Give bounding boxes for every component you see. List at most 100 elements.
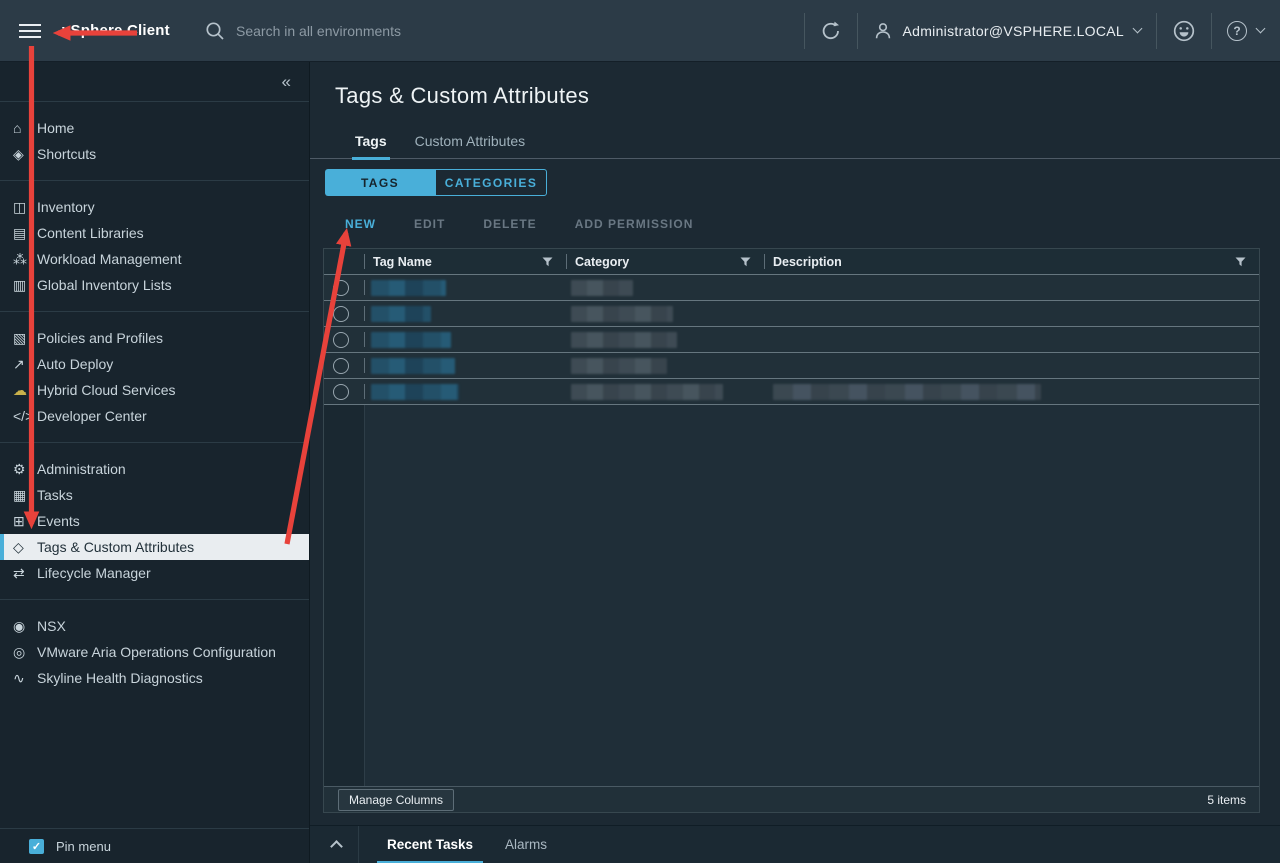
sidebar-item-tasks[interactable]: ▦Tasks: [0, 482, 309, 508]
column-separator: [764, 254, 765, 269]
help-icon: ?: [1227, 21, 1247, 41]
tasks-tab-recent-tasks[interactable]: Recent Tasks: [371, 826, 489, 863]
redacted-tag-name: [371, 332, 451, 348]
refresh-icon: [820, 20, 842, 42]
sidebar-item-home[interactable]: ⌂Home: [0, 115, 309, 141]
sidebar-item-label: Home: [37, 120, 74, 136]
refresh-button[interactable]: [820, 20, 842, 42]
row-separator: [364, 358, 365, 373]
sidebar-item-shortcuts[interactable]: ◈Shortcuts: [0, 141, 309, 167]
table-row[interactable]: [324, 275, 1259, 301]
content-libraries-icon: ▤: [13, 225, 37, 242]
manage-columns-button[interactable]: Manage Columns: [338, 789, 454, 811]
pin-menu-row: ✓ Pin menu: [0, 828, 309, 863]
filter-icon[interactable]: [542, 257, 553, 267]
events-calendar-icon: ⊞: [13, 513, 37, 530]
search-icon: [205, 21, 225, 41]
sidebar-item-nsx[interactable]: ◉NSX: [0, 613, 309, 639]
sidebar-item-administration[interactable]: ⚙Administration: [0, 456, 309, 482]
sidebar-item-vmware-aria-operations-configuration[interactable]: ◎VMware Aria Operations Configuration: [0, 639, 309, 665]
sidebar-item-lifecycle-manager[interactable]: ⇄Lifecycle Manager: [0, 560, 309, 586]
table-row[interactable]: [324, 327, 1259, 353]
hamburger-menu-icon[interactable]: [19, 20, 41, 42]
sidebar-item-policies-and-profiles[interactable]: ▧Policies and Profiles: [0, 325, 309, 351]
search-input[interactable]: Search in all environments: [205, 0, 401, 62]
table-row[interactable]: [324, 353, 1259, 379]
table-header-row: Tag Name Category Description: [324, 249, 1259, 275]
row-radio-button[interactable]: [333, 332, 349, 348]
sidebar-item-inventory[interactable]: ◫Inventory: [0, 194, 309, 220]
sidebar-item-tags-custom-attributes[interactable]: ◇Tags & Custom Attributes: [0, 534, 309, 560]
row-radio-button[interactable]: [333, 358, 349, 374]
table-actions-row: NEWEDITDELETEADD PERMISSION: [345, 210, 693, 238]
tasks-icon: ▦: [13, 487, 37, 504]
tab-tags[interactable]: Tags: [355, 130, 387, 158]
row-separator: [364, 306, 365, 321]
table-row[interactable]: [324, 301, 1259, 327]
table-row[interactable]: [324, 379, 1259, 405]
auto-deploy-icon: ↗: [13, 356, 37, 373]
user-menu[interactable]: Administrator@VSPHERE.LOCAL: [873, 21, 1142, 41]
column-header-description[interactable]: Description: [764, 249, 1259, 274]
sidebar-item-events[interactable]: ⊞Events: [0, 508, 309, 534]
sidebar-item-label: NSX: [37, 618, 66, 634]
collapse-sidebar-icon[interactable]: «: [282, 73, 291, 90]
table-empty-area: [324, 405, 1259, 786]
expand-panel-chevron-icon[interactable]: [330, 840, 343, 853]
sidebar-item-label: Administration: [37, 461, 126, 477]
redacted-category: [571, 280, 633, 296]
sidebar-item-developer-center[interactable]: </>Developer Center: [0, 403, 309, 429]
row-radio-button[interactable]: [333, 306, 349, 322]
add-permission-button: ADD PERMISSION: [575, 217, 694, 231]
column-label: Description: [773, 255, 842, 269]
table-body: [324, 275, 1259, 405]
divider: [358, 826, 359, 863]
sidebar-item-workload-management[interactable]: ⁂Workload Management: [0, 246, 309, 272]
nsx-icon: ◉: [13, 618, 37, 635]
policies-profiles-icon: ▧: [13, 330, 37, 347]
column-separator: [566, 254, 567, 269]
inventory-icon: ◫: [13, 199, 37, 216]
redacted-tag-name: [371, 306, 431, 322]
sidebar-item-hybrid-cloud-services[interactable]: ☁Hybrid Cloud Services: [0, 377, 309, 403]
new-button[interactable]: NEW: [345, 217, 376, 231]
toggle-tags-button[interactable]: TAGS: [325, 169, 435, 196]
tab-custom-attributes[interactable]: Custom Attributes: [415, 130, 526, 158]
filter-icon[interactable]: [740, 257, 751, 267]
divider: [804, 13, 805, 49]
row-radio-button[interactable]: [333, 280, 349, 296]
filter-icon[interactable]: [1235, 257, 1246, 267]
column-label: Category: [575, 255, 629, 269]
workload-management-icon: ⁂: [13, 251, 37, 268]
tasks-bar-tabs: Recent TasksAlarms: [371, 826, 563, 863]
table-footer: Manage Columns 5 items: [324, 786, 1259, 812]
sidebar-item-label: VMware Aria Operations Configuration: [37, 644, 276, 660]
hybrid-cloud-icon: ☁: [13, 382, 37, 399]
row-radio-button[interactable]: [333, 384, 349, 400]
sidebar-item-content-libraries[interactable]: ▤Content Libraries: [0, 220, 309, 246]
home-icon: ⌂: [13, 120, 37, 136]
sidebar-collapse-row: «: [0, 62, 309, 102]
column-header-category[interactable]: Category: [566, 249, 764, 274]
column-header-tag-name[interactable]: Tag Name: [364, 249, 566, 274]
help-menu[interactable]: ?: [1227, 21, 1264, 41]
sidebar-item-label: Skyline Health Diagnostics: [37, 670, 203, 686]
tags-categories-toggle: TAGSCATEGORIES: [325, 169, 547, 196]
sidebar-item-skyline-health-diagnostics[interactable]: ∿Skyline Health Diagnostics: [0, 665, 309, 691]
global-inventory-lists-icon: ▥: [13, 277, 37, 294]
sidebar-item-auto-deploy[interactable]: ↗Auto Deploy: [0, 351, 309, 377]
row-separator: [364, 384, 365, 399]
pin-menu-checkbox[interactable]: ✓: [29, 839, 44, 854]
skyline-health-icon: ∿: [13, 670, 37, 687]
feedback-button[interactable]: [1172, 19, 1196, 43]
sidebar-item-label: Shortcuts: [37, 146, 96, 162]
main-tab-strip: Tags Custom Attributes: [310, 130, 1280, 159]
sidebar-item-global-inventory-lists[interactable]: ▥Global Inventory Lists: [0, 272, 309, 298]
tag-icon: ◇: [13, 539, 37, 556]
tasks-tab-alarms[interactable]: Alarms: [489, 826, 563, 863]
selector-column-header: [324, 249, 364, 274]
pin-menu-label: Pin menu: [56, 839, 111, 854]
recent-tasks-bar: Recent TasksAlarms: [310, 825, 1280, 863]
toggle-categories-button[interactable]: CATEGORIES: [435, 169, 547, 196]
sidebar-item-label: Events: [37, 513, 80, 529]
